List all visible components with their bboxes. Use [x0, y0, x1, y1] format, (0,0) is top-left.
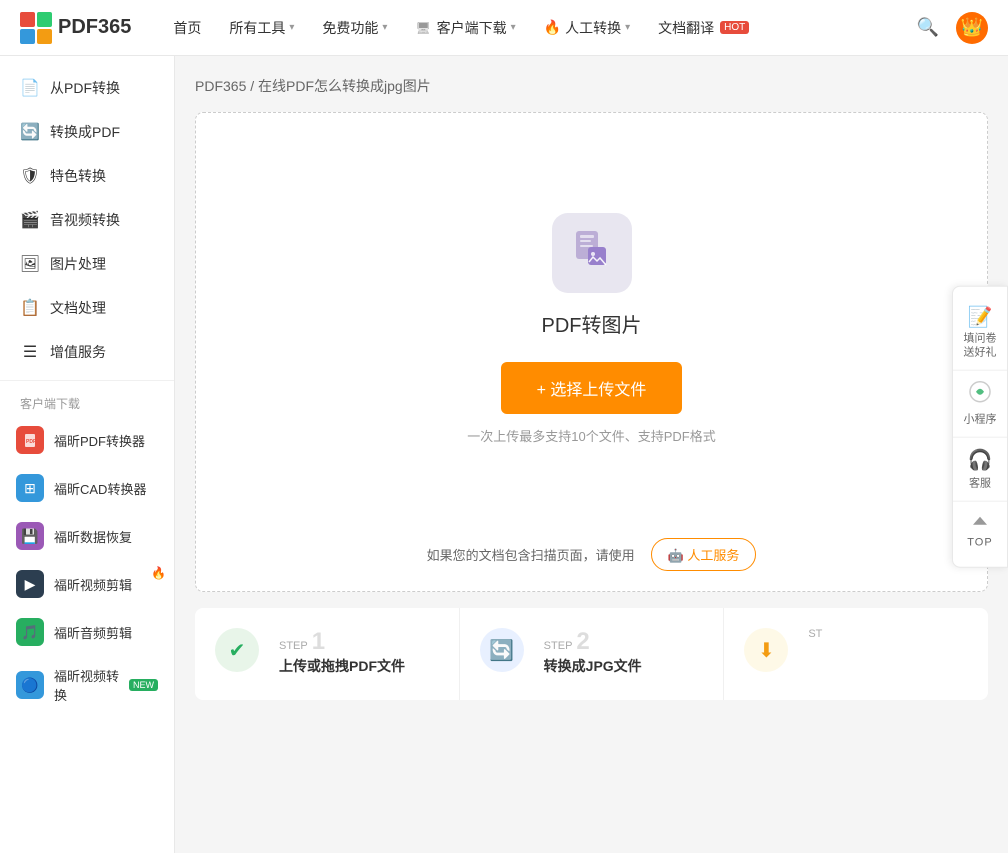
logo-cell-green [37, 12, 52, 27]
nav-home[interactable]: 首页 [161, 12, 213, 44]
user-avatar[interactable]: 👑 [956, 12, 988, 44]
vip-icon: ☰ [20, 342, 40, 362]
nav-human[interactable]: 🔥 人工转换 ▾ [532, 12, 642, 44]
step-2-title: 转换成JPG文件 [544, 656, 704, 676]
upload-button[interactable]: + 选择上传文件 [501, 362, 683, 414]
nav-free[interactable]: 免费功能 ▾ [310, 12, 399, 44]
main-content: PDF365 / 在线PDF怎么转换成jpg图片 PDF转图片 + 选择上 [175, 56, 1008, 853]
audio-editor-icon: 🎵 [16, 618, 44, 646]
image-icon: 🖼 [20, 254, 40, 274]
top-label: TOP [967, 537, 992, 549]
sidebar-divider [0, 380, 174, 381]
step-2-num: 2 [576, 628, 589, 656]
step-3: ⬇ ST [724, 608, 988, 700]
sidebar-section-title: 客户端下载 [0, 387, 174, 416]
sidebar-item-doc[interactable]: 📋 文档处理 [0, 286, 174, 330]
sidebar-item-from-pdf[interactable]: 📄 从PDF转换 [0, 66, 174, 110]
chevron-down-icon: ▾ [382, 22, 387, 33]
hot-badge: HOT [720, 21, 749, 34]
step-2-label: STEP [544, 640, 573, 652]
header: PDF365 首页 所有工具 ▾ 免费功能 ▾ 🖥 客户端下载 ▾ 🔥 人工转换… [0, 0, 1008, 56]
survey-icon: 📝 [968, 304, 993, 329]
sidebar-item-image[interactable]: 🖼 图片处理 [0, 242, 174, 286]
step-3-label: ST [808, 628, 822, 640]
monitor-icon: 🖥 [415, 21, 430, 35]
sidebar-app-pdf-converter[interactable]: PDF 福昕PDF转换器 [0, 416, 174, 464]
new-badge: NEW [129, 679, 158, 691]
step-1: ✔ STEP 1 上传或拖拽PDF文件 [195, 608, 460, 700]
nav-all-tools[interactable]: 所有工具 ▾ [217, 12, 306, 44]
sidebar-app-cad-converter[interactable]: ⊞ 福昕CAD转换器 [0, 464, 174, 512]
headset-icon: 🎧 [968, 448, 993, 473]
step-1-content: STEP 1 上传或拖拽PDF文件 [279, 628, 439, 680]
data-recovery-icon: 💾 [16, 522, 44, 550]
service-label: 客服 [969, 475, 991, 491]
step-3-content: ST [808, 628, 968, 640]
shield-icon: 🛡 [20, 166, 40, 186]
step-1-num: 1 [312, 628, 325, 656]
sidebar-item-vip[interactable]: ☰ 增值服务 [0, 330, 174, 374]
right-panel-miniapp[interactable]: 小程序 [953, 371, 1007, 438]
pdf-to-image-icon [570, 227, 614, 280]
svg-text:PDF: PDF [26, 439, 36, 445]
video-icon: 🎬 [20, 210, 40, 230]
step-3-download-icon: ⬇ [744, 628, 788, 672]
main-nav: 首页 所有工具 ▾ 免费功能 ▾ 🖥 客户端下载 ▾ 🔥 人工转换 ▾ 文档翻译… [161, 12, 912, 44]
right-panel: 📝 填问卷送好礼 小程序 🎧 客服 TOP [952, 285, 1008, 568]
step-2-content: STEP 2 转换成JPG文件 [544, 628, 704, 680]
header-icons: 🔍 👑 [912, 12, 988, 44]
step-1-check-icon: ✔ [215, 628, 259, 672]
ai-service-row: 如果您的文档包含扫描页面，请使用 🤖 人工服务 [196, 538, 987, 571]
layout: 📄 从PDF转换 🔄 转换成PDF 🛡 特色转换 🎬 音视频转换 🖼 图片处理 … [0, 56, 1008, 853]
step-2: 🔄 STEP 2 转换成JPG文件 [460, 608, 725, 700]
ai-hint-text: 如果您的文档包含扫描页面，请使用 [427, 545, 635, 564]
chevron-down-icon: ▾ [289, 22, 294, 33]
pdf-title: PDF转图片 [542, 309, 642, 338]
logo[interactable]: PDF365 [20, 12, 131, 44]
right-panel-top[interactable]: TOP [953, 502, 1007, 559]
doc-icon: 📋 [20, 298, 40, 318]
step-1-label: STEP [279, 640, 308, 652]
ai-service-button[interactable]: 🤖 人工服务 [651, 538, 757, 571]
sidebar-item-audio-video[interactable]: 🎬 音视频转换 [0, 198, 174, 242]
video-convert-icon: 🔵 [16, 671, 44, 699]
miniapp-label: 小程序 [964, 411, 997, 427]
steps-row: ✔ STEP 1 上传或拖拽PDF文件 🔄 STEP 2 转换成JPG文件 [195, 608, 988, 700]
miniapp-icon [969, 381, 991, 409]
nav-translate[interactable]: 文档翻译 HOT [646, 12, 761, 44]
step-2-convert-icon: 🔄 [480, 628, 524, 672]
fire-badge-icon: 🔥 [151, 566, 166, 580]
sidebar-item-to-pdf[interactable]: 🔄 转换成PDF [0, 110, 174, 154]
upload-hint: 一次上传最多支持10个文件、支持PDF格式 [467, 426, 715, 445]
logo-cell-yellow [37, 29, 52, 44]
step-1-title: 上传或拖拽PDF文件 [279, 656, 439, 676]
content-card: PDF转图片 + 选择上传文件 一次上传最多支持10个文件、支持PDF格式 如果… [195, 112, 988, 592]
from-pdf-icon: 📄 [20, 78, 40, 98]
sidebar-app-video-editor[interactable]: ▶ 福昕视频剪辑 🔥 [0, 560, 174, 608]
logo-cell-red [20, 12, 35, 27]
sidebar: 📄 从PDF转换 🔄 转换成PDF 🛡 特色转换 🎬 音视频转换 🖼 图片处理 … [0, 56, 175, 853]
breadcrumb: PDF365 / 在线PDF怎么转换成jpg图片 [195, 76, 988, 96]
pdf-icon-container [552, 213, 632, 293]
logo-text: PDF365 [58, 16, 131, 39]
chevron-down-icon: ▾ [511, 22, 516, 33]
sidebar-item-special[interactable]: 🛡 特色转换 [0, 154, 174, 198]
logo-cell-blue [20, 29, 35, 44]
nav-download[interactable]: 🖥 客户端下载 ▾ [403, 12, 527, 44]
sidebar-app-data-recovery[interactable]: 💾 福昕数据恢复 [0, 512, 174, 560]
top-arrow-icon [970, 512, 990, 535]
sidebar-app-audio-editor[interactable]: 🎵 福昕音频剪辑 [0, 608, 174, 656]
logo-grid [20, 12, 52, 44]
cad-converter-icon: ⊞ [16, 474, 44, 502]
fire-icon: 🔥 [544, 19, 561, 36]
chevron-down-icon: ▾ [625, 22, 630, 33]
to-pdf-icon: 🔄 [20, 122, 40, 142]
right-panel-survey[interactable]: 📝 填问卷送好礼 [953, 294, 1007, 371]
search-button[interactable]: 🔍 [912, 12, 944, 44]
pdf-converter-icon: PDF [16, 426, 44, 454]
video-editor-icon: ▶ [16, 570, 44, 598]
sidebar-app-video-convert[interactable]: 🔵 福昕视频转换 NEW [0, 656, 174, 714]
right-panel-service[interactable]: 🎧 客服 [953, 438, 1007, 502]
